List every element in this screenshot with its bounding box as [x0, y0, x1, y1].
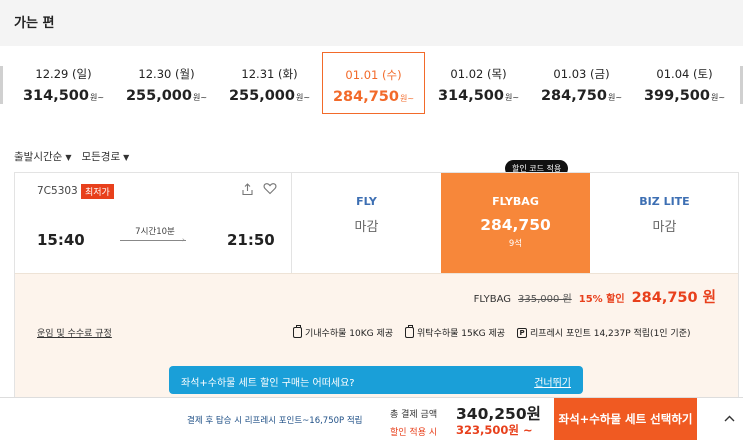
filter-bar: 출발시간순 ▼ 모든경로 ▼ — [14, 149, 129, 164]
discount-rate: 15% 할인 — [578, 294, 625, 305]
date-price: 284,750원~ — [332, 89, 415, 105]
fare-fly[interactable]: FLY 마감 — [292, 173, 441, 273]
checked-bag-icon — [405, 325, 415, 338]
date-tab[interactable]: 12.31 (화) 255,000원~ — [218, 52, 321, 114]
date-tab[interactable]: 01.04 (토) 399,500원~ — [633, 52, 736, 114]
sort-dropdown[interactable]: 출발시간순 ▼ — [14, 149, 71, 164]
flight-duration: 7시간10분 — [135, 227, 175, 237]
fare-seats: 9석 — [508, 239, 523, 249]
banner-text: 좌석+수하물 세트 할인 구매는 어떠세요? — [181, 378, 355, 389]
date-tab[interactable]: 12.29 (일) 314,500원~ — [12, 52, 115, 114]
date-label: 01.01 (수) — [345, 68, 402, 82]
points-icon: P — [517, 327, 528, 338]
heart-icon[interactable] — [263, 182, 277, 196]
total-amount: 340,250원 — [456, 405, 541, 423]
discount-amount: 323,500원 ~ — [456, 423, 533, 437]
carry-on-bag-icon — [293, 325, 302, 338]
date-price: 255,000원~ — [228, 88, 311, 104]
total-label: 총 결제 금액 — [390, 410, 438, 420]
date-price: 399,500원~ — [643, 88, 726, 104]
fare-status: 마감 — [652, 220, 677, 235]
date-tab[interactable]: 12.30 (월) 255,000원~ — [115, 52, 218, 114]
fare-name: FLYBAG — [492, 195, 539, 208]
date-label: 12.31 (화) — [241, 67, 298, 81]
date-label: 01.04 (토) — [656, 67, 713, 81]
scroll-left-hint — [0, 66, 3, 104]
date-tab[interactable]: 01.03 (금) 284,750원~ — [530, 52, 633, 114]
price-breakdown: FLYBAG 335,000 원 15% 할인 284,750 원 — [474, 286, 716, 307]
payment-footer: 결제 후 탑승 시 리프레시 포인트~16,750P 적립 총 결제 금액 34… — [0, 397, 743, 440]
route-dropdown[interactable]: 모든경로 ▼ — [81, 149, 129, 164]
date-selector: 12.29 (일) 314,500원~ 12.30 (월) 255,000원~ … — [0, 52, 743, 114]
fare-price: 284,750 — [480, 216, 551, 234]
benefits-list: 기내수하물 10KG 제공 위탁수하물 15KG 제공 P 리프레시 포인트 1… — [293, 325, 691, 339]
duration-line — [120, 240, 186, 241]
fare-name: FLYBAG — [473, 294, 511, 305]
carry-on-benefit: 기내수하물 10KG 제공 — [293, 325, 393, 339]
date-label: 01.02 (목) — [450, 67, 507, 81]
fare-name: FLY — [356, 195, 377, 208]
fare-rules-link[interactable]: 운임 및 수수료 규정 — [37, 326, 112, 339]
caret-down-icon: ▼ — [123, 153, 130, 162]
fare-status: 마감 — [354, 220, 379, 235]
arrival-time: 21:50 — [227, 231, 275, 249]
date-tab[interactable]: 01.02 (목) 314,500원~ — [427, 52, 530, 114]
date-price: 255,000원~ — [125, 88, 208, 104]
section-header: 가는 편 — [0, 0, 743, 46]
date-label: 12.29 (일) — [35, 67, 92, 81]
checked-bag-benefit: 위탁수하물 15KG 제공 — [405, 325, 505, 339]
date-label: 01.03 (금) — [553, 67, 610, 81]
points-benefit: P 리프레시 포인트 14,237P 적립(1인 기준) — [517, 326, 691, 339]
fare-flybag-selected[interactable]: FLYBAG 284,750 9석 — [441, 173, 590, 273]
final-price: 284,750 원 — [631, 290, 716, 306]
flight-info: 7C5303 최저가 15:40 7시간10분 › 21:50 — [15, 173, 292, 273]
date-price: 314,500원~ — [22, 88, 105, 104]
date-label: 12.30 (월) — [138, 67, 195, 81]
skip-link[interactable]: 건너뛰기 — [534, 374, 571, 389]
lowest-price-badge: 최저가 — [81, 184, 114, 199]
date-price: 314,500원~ — [437, 88, 520, 104]
section-title: 가는 편 — [14, 16, 55, 31]
discount-label: 할인 적용 시 — [390, 428, 438, 438]
date-tab-selected[interactable]: 01.01 (수) 284,750원~ — [322, 52, 425, 114]
select-bundle-button[interactable]: 좌석+수하물 세트 선택하기 — [554, 398, 697, 440]
date-price: 284,750원~ — [540, 88, 623, 104]
points-note: 결제 후 탑승 시 리프레시 포인트~16,750P 적립 — [187, 416, 363, 426]
fare-bizlite[interactable]: BIZ LITE 마감 — [590, 173, 739, 273]
flight-number: 7C5303 — [37, 185, 78, 197]
fare-name: BIZ LITE — [639, 195, 690, 208]
departure-time: 15:40 — [37, 231, 85, 249]
original-price: 335,000 원 — [518, 294, 572, 305]
share-icon[interactable] — [241, 183, 255, 197]
bundle-promo-banner: 좌석+수하물 세트 할인 구매는 어떠세요? 건너뛰기 — [169, 366, 583, 394]
chevron-up-icon[interactable] — [724, 412, 735, 425]
caret-down-icon: ▼ — [65, 153, 72, 162]
arrow-right-icon: › — [182, 236, 185, 244]
